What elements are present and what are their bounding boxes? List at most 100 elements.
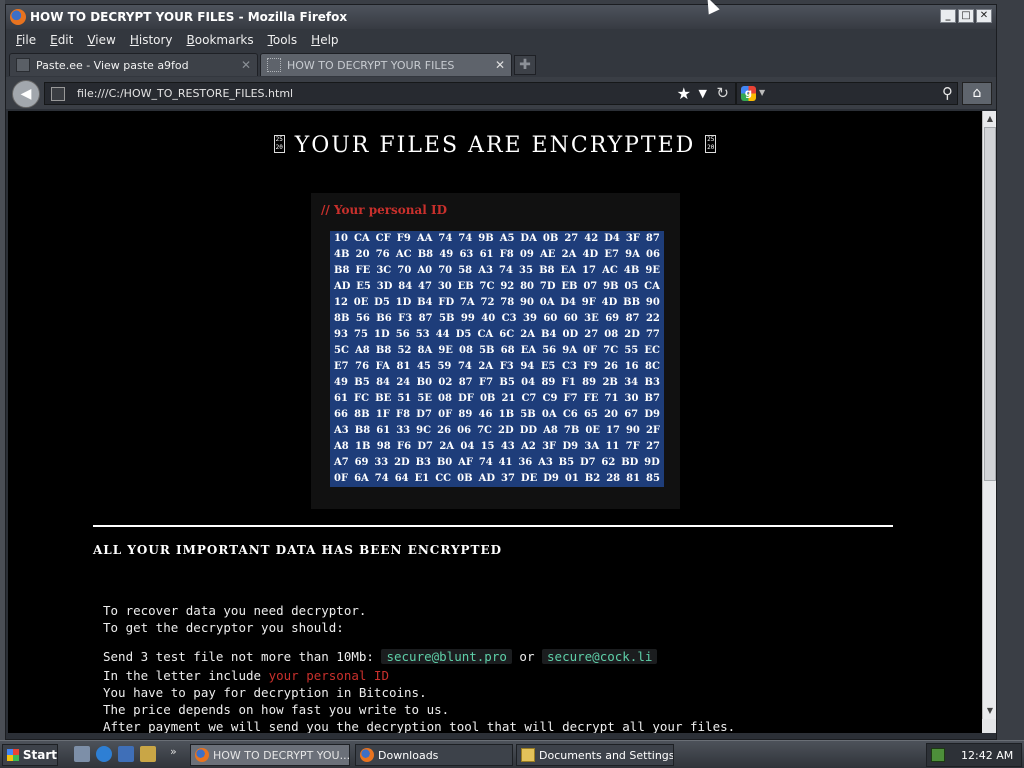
hex-byte: 27 [646,441,660,452]
send-text: Send 3 test file not more than 10Mb: [103,649,374,664]
hex-byte: 44 [435,329,450,340]
tab-how-to-decrypt[interactable]: HOW TO DECRYPT YOUR FILES ✕ [260,53,512,76]
search-icon[interactable]: ⚲ [942,84,953,102]
hex-byte: DF [458,393,474,404]
personal-id-label: // Your personal ID [321,203,448,217]
url-bar[interactable]: file:///C:/HOW_TO_RESTORE_FILES.html ★ ▼… [44,82,736,105]
hex-row: A7 69 33 2D B3 B0 AF 74 41 36 A3 B5 D7 62 BD 9D [332,455,662,471]
email-link-2[interactable]: secure@cock.li [542,649,658,664]
google-icon[interactable]: g [741,86,756,101]
system-tray: 12:42 AM [926,743,1022,767]
hex-byte: 6C [499,329,515,340]
scroll-thumb[interactable] [984,127,996,481]
search-engine-dropdown-icon[interactable]: ▼ [759,88,765,97]
maximize-button[interactable]: □ [958,9,974,23]
hex-byte: A8 [334,441,349,452]
menu-file[interactable]: File [9,33,43,47]
email-link-1[interactable]: secure@blunt.pro [381,649,512,664]
resize-grip[interactable] [982,719,996,733]
hex-byte: 8B [334,313,350,324]
hex-byte: F8 [499,249,514,260]
hex-byte: F8 [396,409,411,420]
hex-byte: 94 [520,361,535,372]
hex-byte: 33 [396,425,411,436]
menu-help[interactable]: Help [304,33,345,47]
menu-edit[interactable]: Edit [43,33,80,47]
hex-byte: B5 [558,457,575,468]
tab-paste-ee[interactable]: Paste.ee - View paste a9fod ✕ [9,53,258,76]
menu-bookmarks[interactable]: Bookmarks [180,33,261,47]
hex-byte: 89 [458,409,473,420]
hex-byte: AF [458,457,473,468]
hex-byte: 61 [479,249,494,260]
bookmark-star-icon[interactable]: ★ [677,84,691,103]
hex-byte: 68 [500,345,515,356]
hex-byte: 70 [397,265,412,276]
url-dropdown-icon[interactable]: ▼ [699,87,707,100]
hex-byte: 85 [646,473,660,484]
hex-byte: 9D [644,457,660,468]
scroll-down-icon[interactable]: ▼ [984,705,996,717]
menu-tools[interactable]: Tools [261,33,305,47]
start-button[interactable]: Start [2,744,58,766]
hex-byte: 34 [624,377,639,388]
hex-byte: D7 [417,441,434,452]
hex-byte: 53 [415,329,430,340]
clock[interactable]: 12:42 AM [961,749,1013,762]
hex-byte: 3A [584,441,600,452]
hex-byte: 1D [395,297,412,308]
tab-close-icon[interactable]: ✕ [241,58,251,72]
tab-label: HOW TO DECRYPT YOUR FILES [287,58,455,72]
tab-close-icon[interactable]: ✕ [495,58,505,72]
tab-bar: Paste.ee - View paste a9fod ✕ HOW TO DEC… [6,51,996,77]
blank-page-icon [267,58,281,72]
hex-byte: C6 [562,409,578,420]
menu-bar: File Edit View History Bookmarks Tools H… [6,29,996,51]
hex-byte: C7 [521,393,537,404]
hex-byte: 80 [520,281,535,292]
personal-id-link[interactable]: your personal ID [269,668,389,683]
hex-byte: 8C [645,361,660,372]
hex-byte: B8 [417,249,434,260]
hex-byte: 60 [563,313,578,324]
close-button[interactable]: ✕ [976,9,992,23]
taskbar-item-downloads[interactable]: Downloads [355,744,513,766]
hex-byte: 90 [645,297,660,308]
menu-view[interactable]: View [80,33,122,47]
search-bar[interactable]: g ▼ ⚲ [736,82,958,105]
recover-line: To recover data you need decryptor. [103,603,367,618]
hex-byte: 08 [459,345,473,356]
firefox-window: HOW TO DECRYPT YOUR FILES - Mozilla Fire… [5,4,997,740]
new-tab-button[interactable]: ✚ [514,55,536,75]
hex-byte: 89 [582,377,597,388]
scroll-up-icon[interactable]: ▲ [984,113,996,125]
taskbar-item-documents[interactable]: Documents and Settings [516,744,674,766]
hex-byte: 9E [438,345,453,356]
hex-byte: CC [435,473,452,484]
hex-row: 8B 56 B6 F3 87 5B 99 40 C3 39 60 60 3E 69 87 22 [332,311,662,327]
outlook-express-icon[interactable] [118,746,134,762]
missing-glyph-left: 25 20 [273,135,285,153]
hex-byte: 7A [459,297,475,308]
show-desktop-icon[interactable] [74,746,90,762]
hex-byte: 69 [354,457,369,468]
search-folder-icon[interactable] [140,746,156,762]
internet-explorer-icon[interactable] [96,746,112,762]
taskbar-item-firefox[interactable]: HOW TO DECRYPT YOU... [190,744,350,766]
hex-byte: EA [560,265,576,276]
reload-icon[interactable]: ↻ [716,84,729,102]
minimize-button[interactable]: _ [940,9,956,23]
title-bar[interactable]: HOW TO DECRYPT YOUR FILES - Mozilla Fire… [6,5,996,29]
hex-byte: 47 [418,281,432,292]
quicklaunch-more-icon[interactable]: » [170,745,177,758]
hex-byte: EC [644,345,660,356]
site-identity-icon[interactable] [51,86,65,101]
hex-byte: 74 [478,457,493,468]
hex-byte: 9B [603,281,619,292]
hex-byte: 0B [457,473,473,484]
home-button[interactable]: ⌂ [962,82,992,105]
tray-network-icon[interactable] [931,748,945,762]
vertical-scrollbar[interactable]: ▲ ▼ [982,111,996,719]
menu-history[interactable]: History [123,33,180,47]
back-button[interactable]: ◀ [12,80,40,108]
